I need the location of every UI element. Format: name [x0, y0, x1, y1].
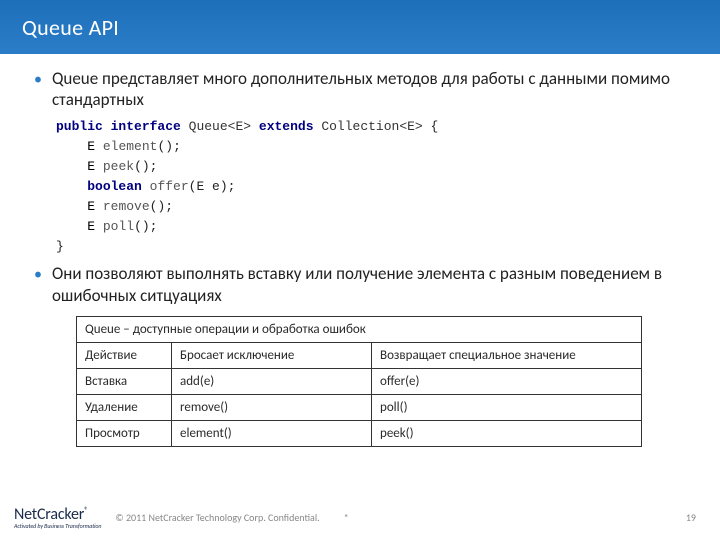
slide-title-bar: Queue API [0, 0, 720, 54]
bullet-text: Queue представляет много дополнительных … [52, 68, 686, 111]
slide-title: Queue API [22, 14, 119, 41]
table-header: Возвращает специальное значение [372, 342, 642, 368]
bullet-marker: • [34, 264, 42, 286]
table-caption: Queue – доступные операции и обработка о… [77, 316, 642, 342]
table-header-row: Действие Бросает исключение Возвращает с… [77, 342, 642, 368]
table-header: Действие [77, 342, 172, 368]
table-header: Бросает исключение [172, 342, 372, 368]
logo-text-net: Net [14, 505, 37, 524]
footer-asterisk: * [344, 511, 349, 524]
bullet-marker: • [34, 69, 42, 91]
table-row: Удаление remove() poll() [77, 394, 642, 420]
slide-footer: NetCracker® Activated by Business Transf… [0, 498, 720, 540]
page-number: 19 [686, 511, 696, 524]
slide-body: • Queue представляет много дополнительны… [0, 54, 720, 498]
logo-tagline: Activated by Business Transformation [14, 522, 101, 530]
logo: NetCracker® Activated by Business Transf… [14, 505, 101, 530]
operations-table: Queue – доступные операции и обработка о… [76, 316, 642, 447]
copyright: © 2011 NetCracker Technology Corp. Confi… [115, 511, 319, 524]
table-row: Вставка add(e) offer(e) [77, 368, 642, 394]
table-caption-row: Queue – доступные операции и обработка о… [77, 316, 642, 342]
logo-text-cracker: Cracker [37, 505, 84, 524]
code-block: public interface Queue<E> extends Collec… [56, 117, 686, 258]
table-row: Просмотр element() peek() [77, 420, 642, 446]
bullet-text: Они позволяют выполнять вставку или полу… [52, 263, 686, 306]
logo-reg: ® [84, 505, 88, 515]
bullet-item: • Они позволяют выполнять вставку или по… [34, 263, 686, 306]
bullet-item: • Queue представляет много дополнительны… [34, 68, 686, 111]
